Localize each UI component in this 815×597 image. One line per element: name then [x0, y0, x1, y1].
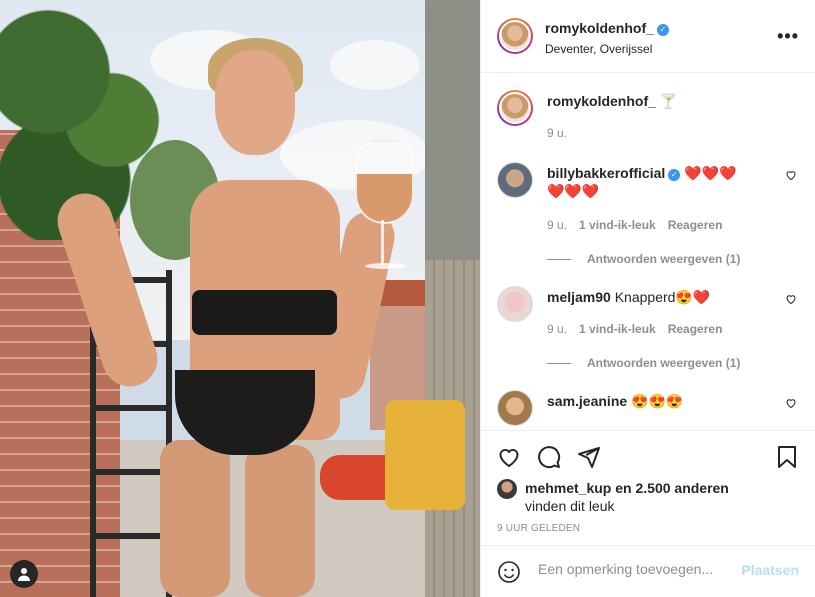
avatar[interactable] — [497, 286, 533, 322]
avatar[interactable] — [497, 162, 533, 198]
share-icon[interactable] — [577, 445, 601, 469]
user-icon — [18, 568, 30, 581]
more-icon[interactable]: ••• — [777, 26, 799, 47]
author-avatar[interactable] — [497, 18, 533, 54]
post-actions: mehmet_kup en 2.500 anderen vinden dit l… — [481, 430, 815, 541]
comment-item: billybakkerofficial ✓ ❤️❤️❤️❤️❤️❤️ 9 u. 1 … — [497, 162, 797, 272]
photo-wine-glass — [355, 140, 414, 224]
bookmark-icon[interactable] — [775, 445, 799, 469]
instagram-post: romykoldenhof_ ✓ Deventer, Overijssel •••… — [0, 0, 815, 597]
post-photo[interactable] — [0, 0, 480, 597]
photo-person — [50, 30, 400, 597]
author-location[interactable]: Deventer, Overijssel — [545, 42, 669, 56]
comment-item: meljam90 Knapperd😍❤️ 9 u. 1 vind-ik-leuk R… — [497, 286, 797, 386]
likes-count[interactable]: en 2.500 anderen — [615, 480, 729, 496]
add-comment-bar: Plaatsen — [481, 545, 815, 597]
post-side-panel: romykoldenhof_ ✓ Deventer, Overijssel •••… — [480, 0, 815, 597]
heart-icon[interactable] — [785, 168, 797, 186]
view-replies-button[interactable]: Antwoorden weergeven (1) — [547, 356, 740, 370]
tagged-users-button[interactable] — [10, 560, 38, 588]
reply-button[interactable]: Reageren — [668, 322, 723, 336]
heart-icon[interactable] — [497, 445, 521, 469]
heart-icon[interactable] — [785, 292, 797, 310]
view-replies-button[interactable]: Antwoorden weergeven (1) — [547, 252, 740, 266]
comment-input[interactable] — [536, 560, 730, 578]
post-comment-button[interactable]: Plaatsen — [741, 562, 799, 578]
emoji-icon[interactable] — [497, 560, 521, 584]
reply-button[interactable]: Reageren — [668, 218, 723, 232]
likes-summary: mehmet_kup en 2.500 anderen vinden dit l… — [497, 479, 729, 515]
caption: romykoldenhof_ 🍸 9 u. — [497, 90, 797, 150]
heart-icon[interactable] — [785, 396, 797, 414]
author-username[interactable]: romykoldenhof_ — [545, 20, 654, 36]
verified-icon: ✓ — [656, 24, 669, 36]
avatar[interactable] — [497, 479, 517, 499]
comment-icon[interactable] — [537, 445, 561, 469]
avatar[interactable] — [497, 90, 533, 126]
post-header: romykoldenhof_ ✓ Deventer, Overijssel ••• — [481, 0, 815, 73]
comment-item: sam.jeanine 😍😍😍 — [497, 390, 797, 430]
verified-icon: ✓ — [668, 169, 681, 181]
comments-list: romykoldenhof_ 🍸 9 u. billybakkerofficia… — [481, 72, 815, 430]
avatar[interactable] — [497, 390, 533, 426]
post-timestamp[interactable]: 9 UUR GELEDEN — [497, 523, 580, 534]
